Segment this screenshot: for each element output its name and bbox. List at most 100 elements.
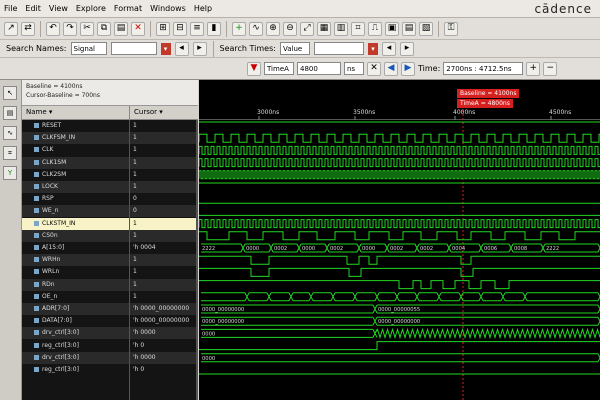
lock-icon[interactable]: ⚿ (444, 21, 458, 36)
send-to-source-icon[interactable]: ⇄ (21, 21, 35, 36)
signal-row[interactable]: CS0n (22, 229, 129, 242)
copy-icon[interactable]: ⧉ (97, 21, 111, 36)
waveform-trace[interactable]: 0000_00000000 0000_00000055 (201, 304, 600, 314)
register-icon[interactable]: ▤ (402, 21, 416, 36)
side-design-icon[interactable]: ▤ (3, 106, 17, 120)
waveform-trace[interactable] (199, 341, 600, 351)
search-names-input[interactable] (110, 42, 157, 55)
waveform-trace[interactable] (199, 158, 600, 168)
expand-icon[interactable]: ⊟ (173, 21, 187, 36)
zoom-out-time-icon[interactable]: − (543, 61, 558, 76)
search-times-select[interactable]: Value (279, 42, 310, 55)
signal-row[interactable]: reg_ctrl[3:0] (22, 364, 129, 376)
signal-row[interactable]: CLK (22, 144, 129, 156)
group-icon[interactable]: ⊞ (156, 21, 170, 36)
zoom-in-icon[interactable]: ⊕ (266, 21, 280, 36)
side-select-icon[interactable]: ↖ (3, 86, 17, 100)
waveform-trace[interactable]: 2222 0000 0002 0000 0002 0000 0002 0002 0004 0006… (201, 243, 600, 253)
signal-row[interactable]: ADR[7:0] (22, 303, 129, 315)
search-times-prev-icon[interactable]: ◂ (381, 41, 396, 56)
side-waveform-icon[interactable]: ∿ (3, 126, 17, 140)
signal-row[interactable]: RSP (22, 193, 129, 205)
signal-row[interactable]: drv_ctrl[3:0] (22, 327, 129, 340)
waveform-trace[interactable] (199, 231, 600, 241)
signal-row[interactable]: CLK1SM (22, 156, 129, 169)
signal-row[interactable]: LOCK (22, 181, 129, 193)
time-range-input[interactable]: 2700ns : 4712.5ns (443, 62, 524, 75)
signal-row[interactable]: CLK2SM (22, 169, 129, 181)
waveform-icon[interactable]: ⎍ (368, 21, 382, 36)
time-a-input[interactable]: 4800 (297, 62, 341, 75)
signal-add-icon[interactable]: ∿ (249, 21, 263, 36)
cut-icon[interactable]: ✂ (80, 21, 94, 36)
time-a-select[interactable]: TimeA (264, 62, 294, 75)
waveform-trace[interactable] (199, 145, 600, 155)
waveform-trace[interactable] (199, 133, 600, 143)
signal-row[interactable]: drv_ctrl[3:0] (22, 351, 129, 364)
time-prev-icon[interactable]: ◀ (384, 61, 398, 76)
schematic-icon[interactable]: ⌗ (351, 21, 365, 36)
waveform-trace[interactable] (199, 170, 600, 180)
menu-edit[interactable]: Edit (25, 4, 41, 13)
waveform-path (201, 292, 600, 302)
signal-row[interactable]: A[15:0] (22, 242, 129, 254)
menu-view[interactable]: View (49, 4, 68, 13)
signal-row[interactable]: RESET (22, 120, 129, 132)
time-next-icon[interactable]: ▶ (401, 61, 415, 76)
search-times-input[interactable] (313, 42, 364, 55)
waveform-trace[interactable] (199, 267, 600, 277)
signal-row[interactable]: WE_n (22, 205, 129, 218)
side-schematic-icon[interactable]: ⌗ (3, 146, 17, 160)
time-marker-icon[interactable]: ▼ (247, 61, 261, 76)
table-icon[interactable]: ▥ (334, 21, 348, 36)
signal-row[interactable]: reg_ctrl[3:0] (22, 340, 129, 352)
source-icon[interactable]: ▣ (385, 21, 399, 36)
menu-windows[interactable]: Windows (150, 4, 186, 13)
search-names-go-icon[interactable]: ▾ (160, 42, 171, 55)
delete-icon[interactable]: ✕ (131, 21, 145, 36)
signal-row[interactable]: CLKFSM_IN (22, 132, 129, 145)
signal-row[interactable]: OE_n (22, 291, 129, 303)
menu-format[interactable]: Format (114, 4, 142, 13)
paste-icon[interactable]: ▤ (114, 21, 128, 36)
zoom-in-time-icon[interactable]: + (526, 61, 541, 76)
redo-icon[interactable]: ↷ (63, 21, 77, 36)
waveform-trace[interactable]: 0000_00000000 0000_00000000 (201, 316, 600, 326)
waveform-trace[interactable] (201, 292, 600, 302)
signal-row[interactable]: CLKSTM_IN (22, 217, 129, 230)
waveform-path (201, 356, 600, 363)
waveform-trace[interactable]: 0000 (201, 353, 600, 363)
zoom-fit-icon[interactable]: ⤢ (300, 21, 314, 36)
search-times-next-icon[interactable]: ▸ (399, 41, 414, 56)
waveform-pane[interactable]: 3000ns 3500ns 4000ns 4500ns Baseline = 4… (199, 80, 600, 400)
waveform-canvas[interactable]: 2222 0000 0002 0000 0002 0000 0002 0002 0004 0006… (199, 80, 600, 400)
time-units-select[interactable]: ns (344, 62, 364, 75)
zoom-out-icon[interactable]: ⊖ (283, 21, 297, 36)
search-names-prev-icon[interactable]: ◂ (174, 41, 189, 56)
search-times-go-icon[interactable]: ▾ (367, 42, 378, 55)
search-names-next-icon[interactable]: ▸ (192, 41, 207, 56)
time-unit-icon[interactable]: ✕ (367, 61, 381, 76)
name-column-header[interactable]: Name ▾ (22, 106, 130, 120)
waveform-trace[interactable] (199, 219, 600, 229)
menu-help[interactable]: Help (194, 4, 212, 13)
signal-row[interactable]: WRHn (22, 254, 129, 267)
signal-row[interactable]: RDn (22, 278, 129, 291)
undo-icon[interactable]: ↶ (46, 21, 60, 36)
grid-icon[interactable]: ▦ (317, 21, 331, 36)
add-icon[interactable]: + (232, 21, 246, 36)
cursor-column-header[interactable]: Cursor ▾ (130, 106, 198, 120)
menu-explore[interactable]: Explore (76, 4, 106, 13)
waveform-trace[interactable] (199, 255, 600, 265)
menu-file[interactable]: File (4, 4, 17, 13)
signal-row[interactable]: DATA[7:0] (22, 315, 129, 327)
waveform-trace[interactable] (199, 280, 600, 290)
collapse-icon[interactable]: ≡ (190, 21, 204, 36)
waveform-trace[interactable]: 0000 (201, 327, 600, 340)
side-filter-icon[interactable]: Y (3, 166, 17, 180)
search-names-select[interactable]: Signal (70, 42, 107, 55)
browser-icon[interactable]: ▧ (419, 21, 433, 36)
send-to-icon[interactable]: ↗ (4, 21, 18, 36)
marker-icon[interactable]: ▮ (207, 21, 221, 36)
signal-row[interactable]: WRLn (22, 266, 129, 278)
